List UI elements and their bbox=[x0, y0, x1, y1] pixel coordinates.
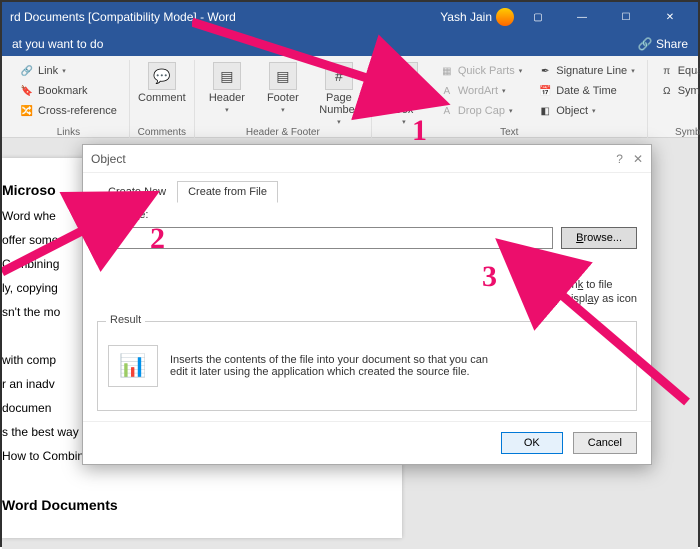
equation-button[interactable]: πEquation▾ bbox=[656, 62, 700, 80]
quick-parts-button[interactable]: ▦Quick Parts▾ bbox=[436, 62, 526, 80]
ribbon-group-comments: 💬 Comment Comments bbox=[130, 60, 195, 138]
result-text: Inserts the contents of the file into yo… bbox=[170, 354, 500, 378]
wordart-icon: A bbox=[440, 84, 454, 98]
text-box-icon: A bbox=[390, 62, 418, 90]
ribbon-display-icon[interactable]: ▢ bbox=[518, 3, 558, 31]
user-avatar[interactable] bbox=[496, 8, 514, 26]
dialog-title: Object bbox=[91, 152, 126, 166]
symbol-icon: Ω bbox=[660, 84, 674, 98]
display-as-icon-checkbox[interactable]: Display as icon bbox=[545, 293, 637, 305]
crossref-icon: 🔀 bbox=[20, 104, 34, 118]
object-dialog: Object ? ✕ CCreate Newreate New Create f… bbox=[82, 144, 652, 465]
footer-icon: ▤ bbox=[269, 62, 297, 90]
ribbon-group-label: Links bbox=[57, 127, 80, 138]
filename-label: File name: bbox=[97, 209, 637, 221]
window-title: rd Documents [Compatibility Mode] - Word bbox=[10, 10, 236, 24]
dialog-tabs: CCreate Newreate New Create from File bbox=[97, 181, 637, 203]
close-button[interactable]: ✕ bbox=[650, 3, 690, 31]
wordart-button[interactable]: AWordArt▾ bbox=[436, 82, 526, 100]
result-box: Result 📊 Inserts the contents of the fil… bbox=[97, 321, 637, 411]
signature-line-button[interactable]: ✒Signature Line▾ bbox=[534, 62, 638, 80]
bookmark-button[interactable]: 🔖Bookmark bbox=[16, 82, 121, 100]
date-time-button[interactable]: 📅Date & Time bbox=[534, 82, 638, 100]
ribbon-group-label: Header & Footer bbox=[246, 127, 320, 138]
doc-heading: Word Documents bbox=[2, 495, 386, 516]
page-number-icon: # bbox=[325, 62, 353, 90]
ribbon-group-label: Comments bbox=[138, 127, 186, 138]
user-name: Yash Jain bbox=[440, 10, 492, 24]
dialog-help-button[interactable]: ? bbox=[616, 152, 623, 166]
ribbon-group-text: AText Box▾ ▦Quick Parts▾ AWordArt▾ ADrop… bbox=[372, 60, 648, 138]
checkbox-icon bbox=[545, 279, 557, 291]
filename-input[interactable] bbox=[97, 227, 553, 249]
browse-button[interactable]: Browse... bbox=[561, 227, 637, 249]
equation-icon: π bbox=[660, 64, 674, 78]
ribbon-group-header-footer: ▤Header▾ ▤Footer▾ #Page Number▾ Header &… bbox=[195, 60, 372, 138]
result-icon: 📊 bbox=[108, 345, 158, 387]
result-label: Result bbox=[106, 314, 145, 326]
footer-button[interactable]: ▤Footer▾ bbox=[257, 60, 309, 116]
comment-button[interactable]: 💬 Comment bbox=[136, 60, 188, 106]
ribbon: 🔗Link▾ 🔖Bookmark 🔀Cross-reference Links … bbox=[2, 56, 698, 138]
header-button[interactable]: ▤Header▾ bbox=[201, 60, 253, 116]
dialog-title-bar: Object ? ✕ bbox=[83, 145, 651, 173]
object-button[interactable]: ◧Object▾ bbox=[534, 102, 638, 120]
signature-icon: ✒ bbox=[538, 64, 552, 78]
cancel-button[interactable]: Cancel bbox=[573, 432, 637, 454]
tell-me-bar: at you want to do 🔗 Share bbox=[2, 32, 698, 56]
tab-create-new[interactable]: CCreate Newreate New bbox=[97, 181, 177, 203]
comment-icon: 💬 bbox=[148, 62, 176, 90]
link-button[interactable]: 🔗Link▾ bbox=[16, 62, 121, 80]
cross-reference-button[interactable]: 🔀Cross-reference bbox=[16, 102, 121, 120]
quick-parts-icon: ▦ bbox=[440, 64, 454, 78]
tab-create-from-file[interactable]: Create from File bbox=[177, 181, 278, 203]
maximize-button[interactable]: ☐ bbox=[606, 3, 646, 31]
drop-cap-button[interactable]: ADrop Cap▾ bbox=[436, 102, 526, 120]
text-box-button[interactable]: AText Box▾ bbox=[378, 60, 430, 128]
ribbon-group-label: Symbols bbox=[675, 127, 700, 138]
link-icon: 🔗 bbox=[20, 64, 34, 78]
ok-button[interactable]: OK bbox=[501, 432, 563, 454]
checkbox-icon bbox=[545, 293, 557, 305]
tell-me-input[interactable]: at you want to do bbox=[12, 37, 103, 51]
object-icon: ◧ bbox=[538, 104, 552, 118]
ribbon-group-symbols: πEquation▾ ΩSymbol▾ Symbols bbox=[648, 60, 700, 138]
date-time-icon: 📅 bbox=[538, 84, 552, 98]
title-bar: rd Documents [Compatibility Mode] - Word… bbox=[2, 2, 698, 32]
ribbon-group-links: 🔗Link▾ 🔖Bookmark 🔀Cross-reference Links bbox=[8, 60, 130, 138]
link-to-file-checkbox[interactable]: Link to file bbox=[545, 279, 637, 291]
page-number-button[interactable]: #Page Number▾ bbox=[313, 60, 365, 128]
ribbon-group-label: Text bbox=[500, 127, 518, 138]
bookmark-icon: 🔖 bbox=[20, 84, 34, 98]
drop-cap-icon: A bbox=[440, 104, 454, 118]
symbol-button[interactable]: ΩSymbol▾ bbox=[656, 82, 700, 100]
header-icon: ▤ bbox=[213, 62, 241, 90]
dialog-close-button[interactable]: ✕ bbox=[633, 152, 643, 166]
share-button[interactable]: 🔗 Share bbox=[638, 37, 688, 51]
minimize-button[interactable]: — bbox=[562, 3, 602, 31]
